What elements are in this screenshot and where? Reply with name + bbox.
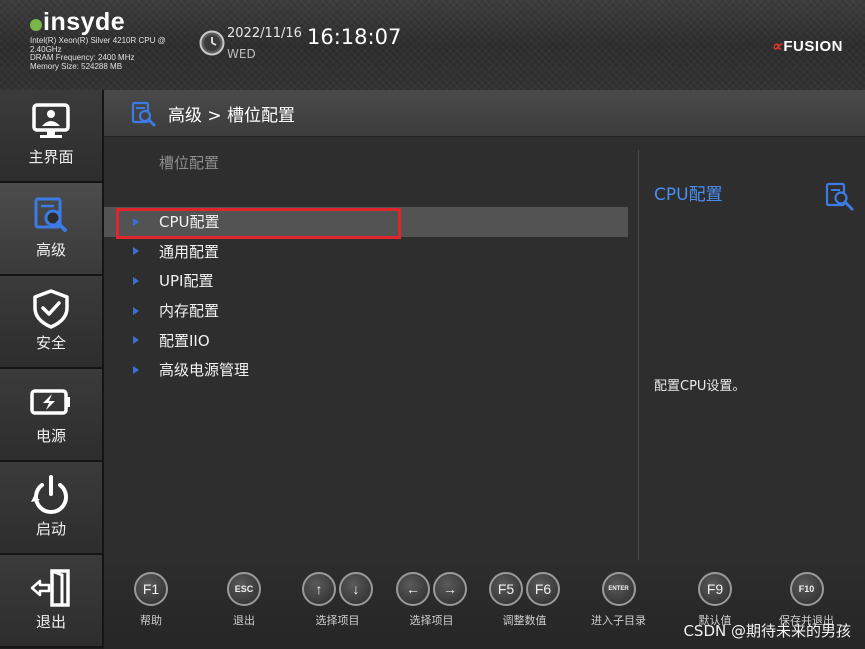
- sidebar-item-security[interactable]: 安全: [0, 276, 104, 369]
- arrow-left-key-icon: ←: [396, 572, 430, 606]
- sidebar-item-boot[interactable]: 启动: [0, 462, 104, 555]
- help-title: CPU配置: [654, 185, 723, 205]
- esc-key-icon: ESC: [227, 572, 261, 606]
- bios-setup-screen: insyde Intel(R) Xeon(R) Silver 4210R CPU…: [0, 0, 865, 649]
- breadcrumb: 高级 > 槽位配置: [104, 90, 865, 137]
- menu-item-advanced-power-mgmt[interactable]: 高级电源管理: [104, 355, 628, 385]
- exit-door-icon: [30, 569, 70, 607]
- monitor-icon: [32, 103, 70, 138]
- sidebar-item-exit[interactable]: 退出: [0, 555, 104, 648]
- insyde-logo: insyde: [30, 8, 125, 37]
- key-label-enter-submenu: 进入子目录: [591, 614, 646, 627]
- brand-text: insyde: [43, 8, 126, 36]
- arrow-right-key-icon: →: [433, 572, 467, 606]
- submenu-arrow-icon: [133, 365, 139, 374]
- sidebar-item-advanced[interactable]: 高级: [0, 183, 104, 276]
- xfusion-mark-icon: ∝: [771, 38, 783, 55]
- system-info: Intel(R) Xeon(R) Silver 4210R CPU @ 2.40…: [30, 36, 190, 71]
- menu-item-label: CPU配置: [159, 213, 220, 232]
- f9-key-icon: F9: [698, 572, 732, 606]
- key-label-select-item: 选择项目: [315, 614, 360, 627]
- sidebar-label-boot: 启动: [35, 520, 66, 538]
- advanced-search-icon: [825, 182, 854, 211]
- enter-key-icon: ENTER: [601, 572, 636, 606]
- menu-item-label: 通用配置: [159, 242, 220, 261]
- memory-size: Memory Size: 524288 MB: [30, 61, 123, 71]
- f5-key-icon: F5: [489, 572, 523, 606]
- sidebar-label-security: 安全: [35, 334, 66, 352]
- menu-item-label: 配置IIO: [159, 331, 210, 350]
- sidebar-item-power[interactable]: 电源: [0, 369, 104, 462]
- weekday-display: WED: [227, 47, 256, 61]
- arrow-down-key-icon: ↓: [339, 572, 373, 606]
- menu-item-cpu-config[interactable]: CPU配置: [104, 207, 628, 237]
- sidebar-label-exit: 退出: [35, 613, 66, 631]
- key-label-select-item: 选择项目: [409, 614, 454, 627]
- menu-item-label: 内存配置: [159, 302, 220, 321]
- key-select-item-horizontal[interactable]: ← → 选择项目: [396, 572, 467, 628]
- menu-item-common-config[interactable]: 通用配置: [104, 237, 628, 267]
- panel-divider: [638, 150, 639, 560]
- sidebar: 主界面 高级 安全 电源 启动 退出: [0, 90, 104, 649]
- key-label-adjust-value: 调整数值: [502, 614, 547, 627]
- sidebar-label-advanced: 高级: [35, 241, 66, 259]
- advanced-search-icon: [34, 197, 67, 232]
- arrow-up-key-icon: ↑: [302, 572, 336, 606]
- sidebar-label-power: 电源: [35, 427, 66, 445]
- menu-list: CPU配置 通用配置 UPI配置 内存配置 配置IIO 高级电源管理: [104, 207, 628, 385]
- menu-item-iio-config[interactable]: 配置IIO: [104, 325, 628, 355]
- f1-key-icon: F1: [134, 572, 168, 606]
- brand-dot-icon: [30, 18, 42, 31]
- date-display: 2022/11/16: [227, 26, 302, 41]
- key-exit[interactable]: ESC 退出: [227, 572, 261, 628]
- sidebar-item-main[interactable]: 主界面: [0, 90, 104, 183]
- time-display: 16:18:07: [307, 25, 402, 49]
- key-hint-bar: F1 帮助 ESC 退出 ↑ ↓ 选择项目 ← → 选择项目 F5 F6 调整数…: [104, 560, 865, 649]
- f10-key-icon: F10: [789, 572, 824, 606]
- submenu-arrow-icon: [133, 276, 139, 285]
- submenu-arrow-icon: [133, 247, 139, 256]
- key-label-exit: 退出: [233, 614, 255, 627]
- key-adjust-value[interactable]: F5 F6 调整数值: [489, 572, 560, 628]
- key-help[interactable]: F1 帮助: [134, 572, 168, 628]
- header-bar: insyde Intel(R) Xeon(R) Silver 4210R CPU…: [0, 0, 865, 91]
- xfusion-logo: ∝ FUSION: [771, 37, 843, 56]
- clock-icon: [199, 30, 225, 56]
- shield-check-icon: [33, 289, 69, 329]
- menu-item-memory-config[interactable]: 内存配置: [104, 296, 628, 326]
- help-description: 配置CPU设置。: [654, 379, 746, 394]
- submenu-arrow-icon: [133, 336, 139, 345]
- sidebar-label-main: 主界面: [28, 148, 74, 166]
- section-title: 槽位配置: [159, 154, 220, 172]
- key-label-help: 帮助: [140, 614, 162, 627]
- power-refresh-icon: [31, 475, 68, 514]
- breadcrumb-text: 高级 > 槽位配置: [168, 106, 296, 126]
- menu-item-upi-config[interactable]: UPI配置: [104, 266, 628, 296]
- csdn-watermark: CSDN @期待未来的男孩: [683, 622, 851, 640]
- submenu-arrow-icon: [133, 217, 139, 226]
- advanced-search-icon: [131, 101, 156, 127]
- menu-item-label: UPI配置: [159, 272, 214, 291]
- main-panel: 高级 > 槽位配置 槽位配置 CPU配置 通用配置 UPI配置 内存配置 配置I…: [104, 90, 865, 560]
- f6-key-icon: F6: [526, 572, 560, 606]
- key-enter-submenu[interactable]: ENTER 进入子目录: [591, 572, 646, 628]
- menu-item-label: 高级电源管理: [159, 361, 250, 380]
- key-select-item-vertical[interactable]: ↑ ↓ 选择项目: [302, 572, 373, 628]
- battery-bolt-icon: [30, 389, 70, 415]
- submenu-arrow-icon: [133, 306, 139, 315]
- xfusion-text: FUSION: [783, 37, 843, 55]
